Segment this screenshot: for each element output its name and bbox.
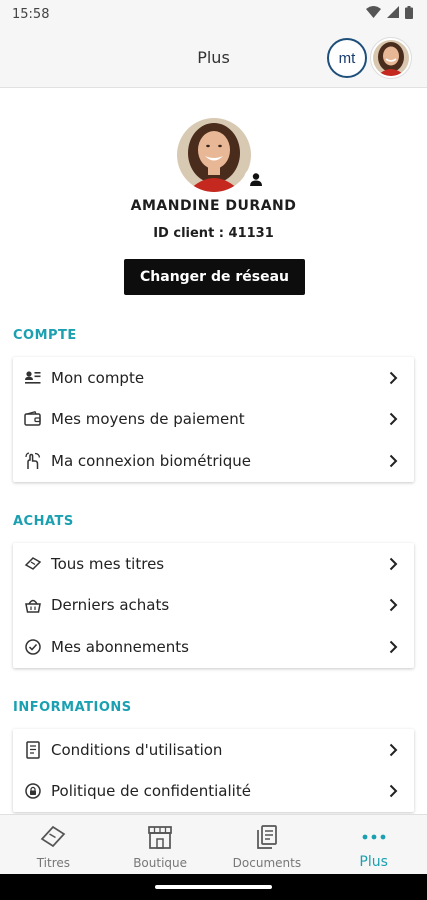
wallet-icon	[23, 409, 43, 429]
nav-label: Boutique	[133, 856, 188, 870]
nav-item-boutique[interactable]: Boutique	[107, 815, 214, 874]
network-logo-text: mt	[338, 49, 356, 67]
menu-item-label: Derniers achats	[51, 596, 170, 615]
home-indicator[interactable]	[155, 885, 272, 889]
network-logo-button[interactable]: mt	[327, 38, 367, 78]
chevron-right-icon	[386, 412, 400, 426]
client-id: ID client : 41131	[153, 226, 274, 241]
subscription-icon	[23, 637, 43, 657]
chevron-right-icon	[386, 743, 400, 757]
menu-item-label: Ma connexion biométrique	[51, 451, 251, 470]
achats-card: Tous mes titres Derniers achats Mes abon…	[13, 543, 414, 668]
nav-label: Plus	[359, 854, 388, 870]
menu-item-derniers-achats[interactable]: Derniers achats	[13, 585, 414, 627]
section-title-informations: INFORMATIONS	[13, 700, 132, 715]
section-title-compte: COMPTE	[13, 328, 77, 343]
profile-edit-badge[interactable]	[244, 167, 268, 191]
menu-item-connexion-biometrique[interactable]: Ma connexion biométrique	[13, 440, 414, 482]
menu-item-mon-compte[interactable]: Mon compte	[13, 357, 414, 399]
nav-item-documents[interactable]: Documents	[214, 815, 321, 874]
nav-item-titres[interactable]: Titres	[0, 815, 107, 874]
person-icon	[250, 173, 262, 186]
bottom-nav: Titres Boutique Documents Plus	[0, 814, 427, 874]
section-title-achats: ACHATS	[13, 514, 74, 529]
wifi-icon	[366, 6, 381, 22]
nav-item-plus[interactable]: Plus	[320, 815, 427, 874]
more-dots-icon	[359, 823, 389, 851]
menu-item-label: Tous mes titres	[51, 554, 165, 573]
chevron-right-icon	[386, 640, 400, 654]
chevron-right-icon	[386, 557, 400, 571]
menu-item-label: Conditions d'utilisation	[51, 740, 223, 759]
documents-icon	[252, 823, 282, 851]
status-bar: 15:58	[0, 0, 427, 28]
battery-icon	[405, 5, 413, 23]
informations-card: Conditions d'utilisation Politique de co…	[13, 729, 414, 812]
privacy-icon	[23, 781, 43, 801]
chevron-right-icon	[386, 371, 400, 385]
system-nav-bar	[0, 874, 427, 900]
menu-item-conditions-utilisation[interactable]: Conditions d'utilisation	[13, 729, 414, 771]
avatar-image	[177, 118, 251, 192]
menu-item-label: Mes abonnements	[51, 637, 189, 656]
avatar-image	[373, 40, 409, 76]
nav-label: Titres	[36, 856, 71, 870]
basket-icon	[23, 595, 43, 615]
ticket-icon	[23, 554, 43, 574]
menu-item-label: Mes moyens de paiement	[51, 410, 245, 429]
profile-name: AMANDINE DURAND	[130, 198, 297, 214]
status-icons	[366, 5, 413, 23]
menu-item-tous-mes-titres[interactable]: Tous mes titres	[13, 543, 414, 585]
profile-avatar	[177, 118, 251, 192]
chevron-right-icon	[386, 784, 400, 798]
chevron-right-icon	[386, 454, 400, 468]
menu-item-moyens-paiement[interactable]: Mes moyens de paiement	[13, 399, 414, 441]
status-time: 15:58	[12, 6, 50, 22]
menu-item-mes-abonnements[interactable]: Mes abonnements	[13, 626, 414, 668]
document-icon	[23, 740, 43, 760]
menu-item-label: Mon compte	[51, 368, 145, 387]
menu-item-politique-confidentialite[interactable]: Politique de confidentialité	[13, 771, 414, 813]
account-card-icon	[23, 368, 43, 388]
chevron-right-icon	[386, 598, 400, 612]
compte-card: Mon compte Mes moyens de paiement Ma con…	[13, 357, 414, 482]
change-network-button[interactable]: Changer de réseau	[124, 259, 305, 295]
app-header: Plus mt	[0, 28, 427, 88]
nav-label: Documents	[232, 856, 302, 870]
menu-item-label: Politique de confidentialité	[51, 782, 251, 801]
signal-icon	[387, 6, 399, 22]
shop-icon	[145, 823, 175, 851]
header-avatar-button[interactable]	[370, 37, 412, 79]
ticket-icon	[38, 823, 68, 851]
biometric-hand-icon	[23, 451, 43, 471]
